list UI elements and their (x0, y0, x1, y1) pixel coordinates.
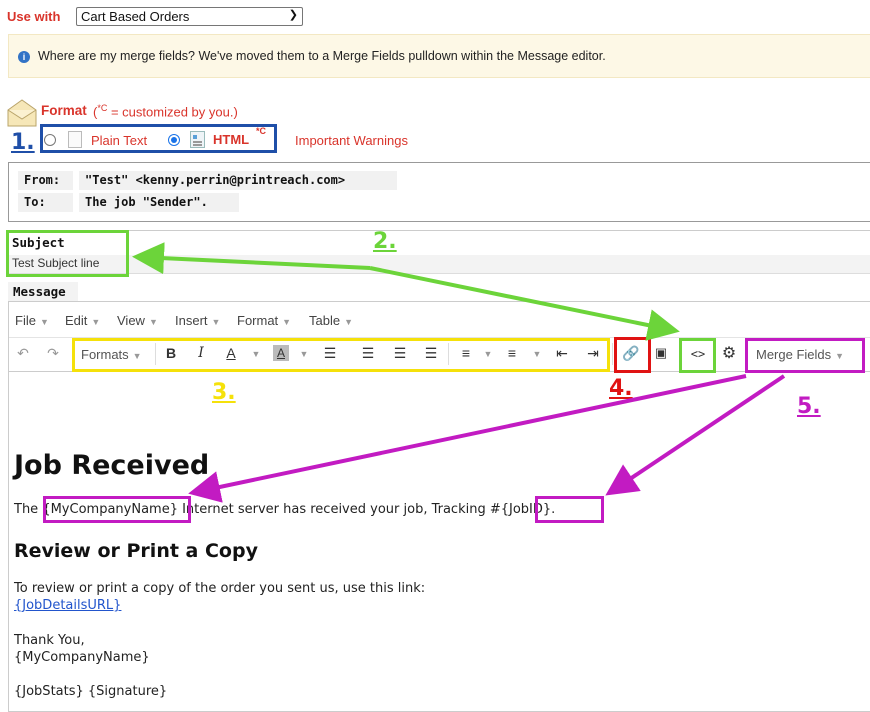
undo-icon[interactable]: ↶ (15, 345, 31, 362)
menu-view[interactable]: View ▼ (117, 313, 158, 328)
content-subheading: Review or Print a Copy (14, 540, 258, 562)
message-label: Message (13, 284, 66, 299)
from-key: From: (18, 171, 73, 190)
annotation-box-source-code (679, 338, 716, 373)
caret-down-icon: ▼ (91, 317, 101, 327)
annotation-number-2: 2. (373, 229, 397, 254)
menu-format[interactable]: Format ▼ (237, 313, 291, 328)
use-with-label: Use with (7, 9, 61, 24)
from-value: "Test" <kenny.perrin@printreach.com> (79, 171, 397, 190)
caret-down-icon: ▼ (344, 317, 353, 327)
menu-file[interactable]: File ▼ (15, 313, 49, 328)
caret-down-icon: ▼ (211, 317, 221, 327)
caret-down-icon: ▼ (148, 317, 158, 327)
to-value: The job "Sender". (79, 193, 239, 212)
annotation-number-3: 3. (212, 380, 236, 405)
annotation-box-subject (6, 230, 129, 277)
image-icon[interactable]: ▣ (652, 345, 670, 361)
content-thanks-company: {MyCompanyName} (14, 650, 150, 665)
job-details-link[interactable]: {JobDetailsURL} (14, 598, 121, 613)
toolbar-separator (612, 343, 613, 365)
annotation-box-company-field (43, 496, 191, 523)
to-key: To: (18, 193, 73, 212)
caret-down-icon: ▼ (282, 317, 292, 327)
menu-edit[interactable]: Edit ▼ (65, 313, 100, 328)
annotation-box-link (614, 337, 651, 373)
annotation-box-format (40, 124, 277, 153)
annotation-box-merge-fields (745, 338, 865, 373)
menu-insert[interactable]: Insert ▼ (175, 313, 220, 328)
chevron-down-icon: ❯ (288, 9, 298, 21)
annotation-number-5: 5. (797, 394, 821, 419)
use-with-select[interactable]: Cart Based Orders ❯ (76, 7, 303, 26)
caret-down-icon: ▼ (39, 317, 49, 327)
info-banner-text: Where are my merge fields? We've moved t… (38, 49, 606, 63)
info-circle-icon: i (18, 51, 30, 63)
content-heading: Job Received (14, 450, 210, 481)
important-warnings-link[interactable]: Important Warnings (295, 133, 408, 148)
envelope-icon (7, 99, 37, 127)
content-paragraph-review: To review or print a copy of the order y… (14, 581, 426, 596)
content-thanks: Thank You, (14, 633, 85, 648)
annotation-number-4: 4. (609, 376, 633, 401)
subject-input[interactable] (8, 255, 870, 273)
annotation-box-jobid-field (535, 496, 604, 523)
annotation-box-formatting-tools (72, 338, 610, 372)
gear-icon[interactable]: ⚙ (720, 343, 738, 363)
content-stats-signature: {JobStats} {Signature} (14, 684, 168, 699)
annotation-number-1: 1. (11, 130, 35, 155)
format-customized-note: (*C = customized by you.) (93, 103, 238, 120)
use-with-selected-value: Cart Based Orders (81, 9, 190, 24)
menu-table[interactable]: Table ▼ (309, 313, 353, 328)
format-label: Format (41, 103, 87, 118)
redo-icon[interactable]: ↷ (45, 345, 61, 362)
